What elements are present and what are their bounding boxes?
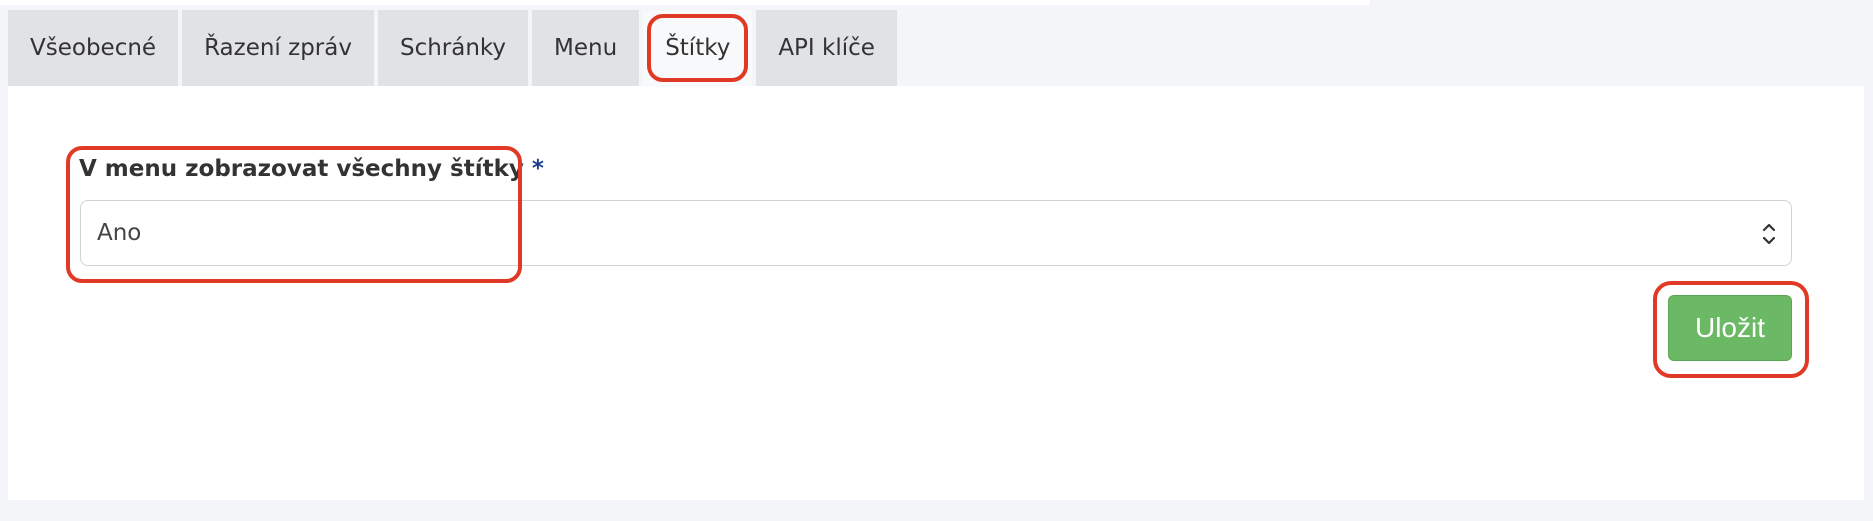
settings-tabs: Všeobecné Řazení zpráv Schránky Menu Ští…	[8, 10, 901, 86]
show-all-labels-field-label: V menu zobrazovat všechny štítky *	[79, 156, 544, 182]
show-all-labels-select[interactable]: Ano	[80, 200, 1792, 266]
tab-mailboxes[interactable]: Schránky	[377, 10, 529, 86]
select-value: Ano	[97, 220, 142, 246]
field-label-text: V menu zobrazovat všechny štítky	[79, 156, 524, 182]
required-mark: *	[531, 156, 544, 182]
tab-labels[interactable]: Štítky	[643, 10, 753, 86]
chevron-up-down-icon	[1762, 223, 1776, 245]
tab-api-keys[interactable]: API klíče	[756, 10, 897, 86]
settings-panel: V menu zobrazovat všechny štítky * Ano Ul…	[8, 86, 1864, 500]
tab-menu[interactable]: Menu	[532, 10, 640, 86]
tab-general[interactable]: Všeobecné	[8, 10, 179, 86]
settings-page: Všeobecné Řazení zpráv Schránky Menu Ští…	[0, 0, 1873, 521]
save-button[interactable]: Uložit	[1668, 295, 1792, 361]
tab-message-sorting[interactable]: Řazení zpráv	[182, 10, 374, 86]
top-border	[0, 0, 1370, 5]
